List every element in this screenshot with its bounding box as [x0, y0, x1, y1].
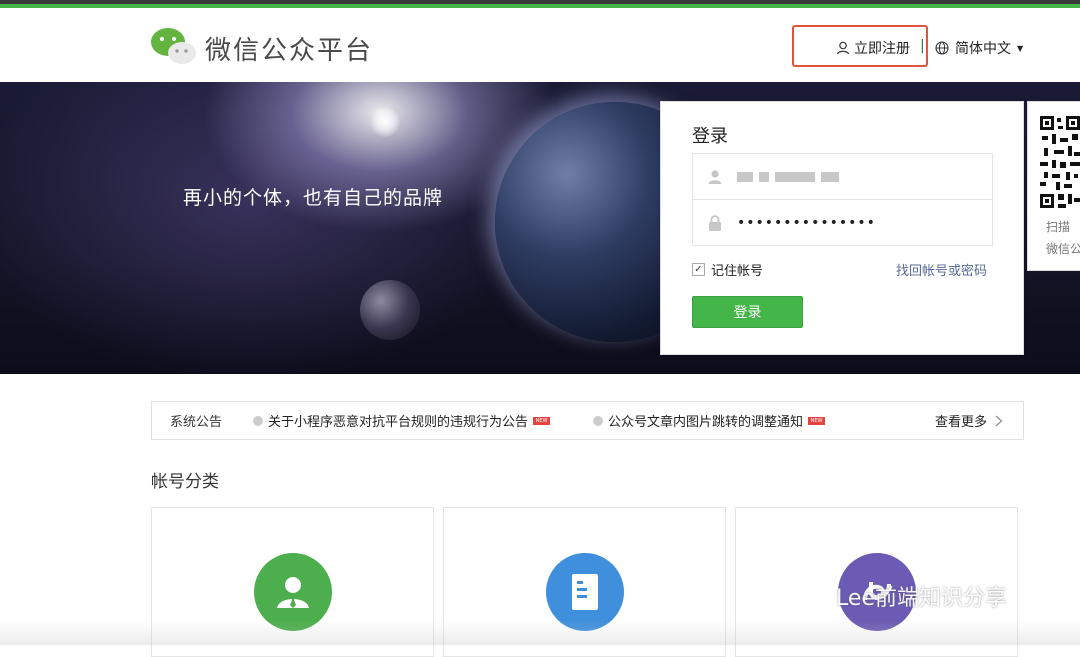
- user-icon: [708, 169, 722, 184]
- account-categories-title: 帐号分类: [151, 472, 219, 492]
- password-input[interactable]: •••••••••••••••: [692, 199, 993, 246]
- user-icon: [836, 41, 850, 55]
- remember-label: 记住帐号: [711, 264, 764, 279]
- notice-text: 关于小程序恶意对抗平台规则的违规行为公告: [268, 415, 529, 430]
- account-input[interactable]: [692, 153, 993, 200]
- top-accent-bar: [0, 0, 1080, 8]
- login-panel: 登录 ••••••••••••••• ✓ 记住帐号 找回帐号或密码 登录: [660, 101, 1024, 355]
- language-label: 简体中文: [955, 41, 1011, 57]
- account-value-redacted: [737, 169, 845, 185]
- login-title: 登录: [692, 126, 728, 147]
- chevron-right-icon: [995, 414, 1003, 427]
- bullet-icon: [593, 415, 603, 426]
- brand-title[interactable]: 微信公众平台: [205, 30, 373, 67]
- account-card-service[interactable]: [151, 507, 434, 657]
- new-badge: NEW: [533, 416, 551, 425]
- header: 微信公众平台 立即注册 | 简体中文 ▼: [0, 8, 1080, 82]
- qr-login-panel: 扫描 微信公: [1027, 101, 1080, 271]
- wechat-logo-icon[interactable]: [150, 26, 198, 66]
- notice-item[interactable]: 关于小程序恶意对抗平台规则的违规行为公告 NEW: [253, 411, 551, 430]
- header-separator: |: [920, 38, 925, 54]
- watermark-text: Lee前端知识分享: [836, 586, 1007, 611]
- bullet-icon: [253, 415, 263, 426]
- qr-caption-line2: 微信公: [1046, 242, 1080, 256]
- light-flare: [370, 107, 400, 137]
- notice-text: 公众号文章内图片跳转的调整通知: [608, 415, 804, 430]
- notice-label: 系统公告: [170, 415, 223, 430]
- system-notice-bar: 系统公告 关于小程序恶意对抗平台规则的违规行为公告 NEW 公众号文章内图片跳转…: [151, 401, 1024, 440]
- forgot-password-link[interactable]: 找回帐号或密码: [896, 260, 987, 279]
- globe-icon: [935, 41, 949, 55]
- account-card-subscription[interactable]: [443, 507, 726, 657]
- language-selector[interactable]: 简体中文 ▼: [935, 38, 1023, 58]
- qr-caption-line1: 扫描: [1046, 220, 1071, 234]
- register-label: 立即注册: [854, 41, 910, 57]
- password-value: •••••••••••••••: [737, 214, 876, 231]
- caret-down-icon: ▼: [1017, 43, 1024, 53]
- checkmark-icon: ✓: [692, 263, 705, 276]
- qr-code-icon[interactable]: [1040, 116, 1080, 208]
- register-link[interactable]: 立即注册: [836, 38, 910, 58]
- document-icon: [546, 553, 624, 631]
- view-more-label: 查看更多: [935, 415, 988, 430]
- new-badge: NEW: [808, 416, 826, 425]
- notice-item[interactable]: 公众号文章内图片跳转的调整通知 NEW: [593, 411, 826, 430]
- watermark: Lee前端知识分享: [790, 580, 1007, 612]
- login-button[interactable]: 登录: [692, 296, 803, 328]
- banner-slogan: 再小的个体，也有自己的品牌: [183, 187, 444, 209]
- remember-account-checkbox[interactable]: ✓ 记住帐号: [692, 260, 763, 279]
- moon-image: [360, 280, 420, 340]
- wechat-outline-icon: [791, 582, 829, 610]
- view-more-link[interactable]: 查看更多: [935, 411, 1003, 430]
- person-tie-icon: [254, 553, 332, 631]
- lock-icon: [709, 214, 721, 231]
